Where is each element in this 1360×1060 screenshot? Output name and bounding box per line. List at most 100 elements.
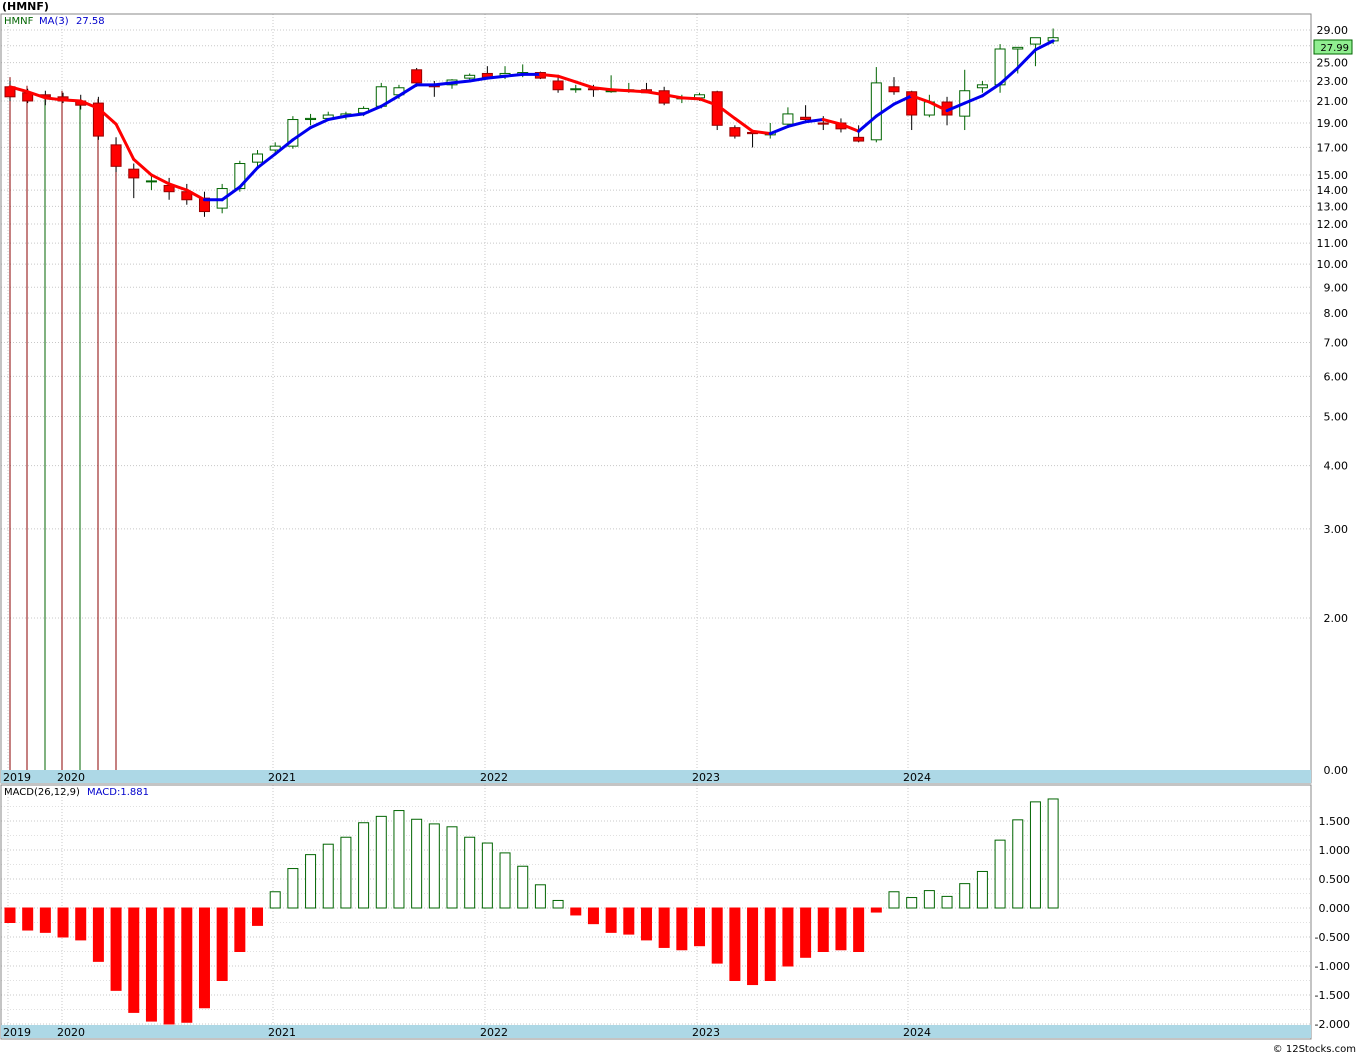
price-x-tick-label: 2019 <box>3 771 31 784</box>
macd-bar <box>694 907 706 947</box>
candle-body <box>305 117 317 121</box>
ma-segment <box>43 96 65 102</box>
candle-body <box>1029 37 1041 45</box>
candle-body <box>976 84 988 89</box>
macd-x-tick-label: 2024 <box>903 1026 931 1039</box>
macd-bar <box>534 884 546 909</box>
macd-bar <box>340 836 352 909</box>
macd-bar <box>853 907 865 952</box>
macd-bar <box>782 907 794 967</box>
macd-legend: MACD(26,12,9) MACD:1.881 <box>4 787 149 798</box>
macd-bar <box>888 891 900 909</box>
ma-segment <box>450 79 472 85</box>
price-x-tick-label: 2022 <box>480 771 508 784</box>
macd-bar <box>358 822 370 909</box>
copyright-label: © 12Stocks.com <box>1273 1044 1356 1055</box>
macd-value: MACD:1.881 <box>87 787 149 798</box>
ma-segment <box>609 88 631 93</box>
macd-x-tick-label: 2021 <box>268 1026 296 1039</box>
macd-bar <box>870 907 882 913</box>
price-tick-label: 12.00 <box>1317 218 1349 231</box>
price-x-tick-label: 2021 <box>268 771 296 784</box>
price-tick-label: 29.00 <box>1317 24 1349 37</box>
macd-bar <box>800 907 812 958</box>
last-price-badge: 27.99 <box>1313 39 1353 55</box>
macd-tick-label: -0.500 <box>1315 931 1350 944</box>
macd-tick-label: 0.500 <box>1319 873 1351 886</box>
macd-bar <box>322 843 334 909</box>
macd-bar <box>128 907 140 1013</box>
macd-tick-label: 0.000 <box>1319 902 1351 915</box>
price-tick-label: 13.00 <box>1317 200 1349 213</box>
candle-body <box>888 86 900 93</box>
price-legend: HMNF MA(3) 27.58 <box>4 16 105 27</box>
price-tick-label: 0.00 <box>1324 764 1349 777</box>
macd-bar <box>446 826 458 909</box>
macd-bar <box>1047 798 1059 909</box>
ma-segment <box>61 98 83 103</box>
macd-bar <box>658 907 670 948</box>
macd-bar <box>835 907 847 951</box>
candle-body <box>411 69 423 84</box>
macd-x-axis-band <box>1 1025 1311 1038</box>
macd-x-tick-label: 2020 <box>57 1026 85 1039</box>
price-tick-label: 2.00 <box>1324 612 1349 625</box>
candle-body <box>658 90 670 104</box>
macd-bar <box>994 839 1006 909</box>
price-tick-label: 19.00 <box>1317 117 1349 130</box>
macd-bar <box>181 907 193 1023</box>
ma-segment <box>503 72 525 78</box>
price-x-tick-label: 2020 <box>57 771 85 784</box>
macd-tick-label: 1.000 <box>1319 844 1351 857</box>
macd-bar <box>923 890 935 909</box>
macd-bar <box>1029 801 1041 909</box>
macd-x-tick-label: 2023 <box>692 1026 720 1039</box>
price-tick-label: 17.00 <box>1317 141 1349 154</box>
ma-segment <box>627 89 648 94</box>
ma-segment <box>591 86 613 92</box>
candle-body <box>782 113 794 125</box>
macd-bar <box>640 907 652 941</box>
macd-bar <box>481 842 493 909</box>
stock-chart: (HMNF) 29.0027.0025.0023.0021.0019.0017.… <box>0 0 1360 1056</box>
price-tick-label: 9.00 <box>1324 281 1349 294</box>
macd-bar <box>110 907 122 991</box>
candle-body <box>800 116 812 121</box>
macd-bar <box>747 907 759 986</box>
macd-bar <box>605 907 617 933</box>
price-tick-label: 21.00 <box>1317 95 1349 108</box>
macd-bar <box>411 818 423 909</box>
macd-bar <box>817 907 829 952</box>
symbol-title: (HMNF) <box>2 0 49 13</box>
price-tick-label: 4.00 <box>1324 460 1349 473</box>
macd-bar <box>39 907 51 933</box>
price-x-tick-label: 2024 <box>903 771 931 784</box>
ma-value: 27.58 <box>76 16 105 27</box>
price-tick-label: 7.00 <box>1324 337 1349 350</box>
macd-bar <box>623 907 635 935</box>
macd-bar <box>428 823 440 909</box>
macd-bar <box>92 907 104 962</box>
macd-tick-label: -1.500 <box>1315 989 1350 1002</box>
macd-bar <box>906 897 918 909</box>
chart-canvas: (HMNF) 29.0027.0025.0023.0021.0019.0017.… <box>0 0 1360 1056</box>
ma-segment <box>680 96 702 101</box>
candle-body <box>252 153 264 163</box>
ma-label: MA(3) <box>39 16 69 27</box>
candle-body <box>1012 46 1024 50</box>
ma-segment <box>432 81 454 87</box>
macd-bar <box>75 907 87 941</box>
macd-bar <box>959 883 971 909</box>
candle-body <box>853 136 865 142</box>
price-tick-label: 6.00 <box>1324 370 1349 383</box>
price-tick-label: 23.00 <box>1317 75 1349 88</box>
candle-body <box>145 180 157 183</box>
macd-bar <box>976 870 988 909</box>
price-x-tick-label: 2023 <box>692 771 720 784</box>
candle-body <box>464 74 476 79</box>
price-tick-label: 15.00 <box>1317 169 1349 182</box>
macd-bar <box>764 907 776 981</box>
price-tick-label: 14.00 <box>1317 184 1349 197</box>
candle-body <box>729 127 741 137</box>
macd-x-tick-label: 2022 <box>480 1026 508 1039</box>
